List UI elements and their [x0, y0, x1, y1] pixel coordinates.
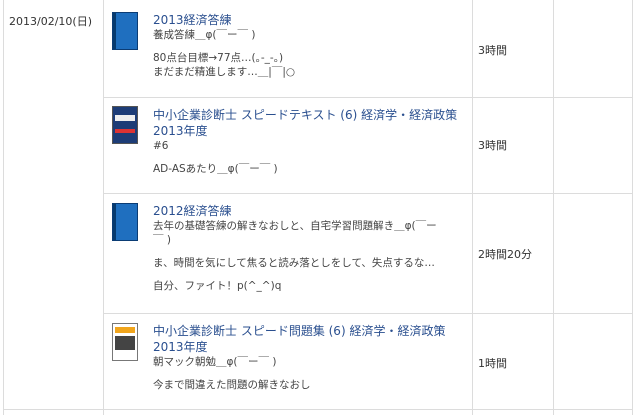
column-divider [553, 0, 554, 415]
workbook-cover-icon[interactable] [112, 323, 138, 361]
duration-cell: 2時間20分 [478, 248, 532, 261]
entry-note: #6 [153, 140, 169, 152]
entry-note: 朝マック朝勉＿φ(￣ー￣ ) [153, 356, 277, 368]
blue-notebook-icon[interactable] [112, 203, 138, 241]
entry-note: 自分、ファイト！p(^_^)q [153, 280, 282, 292]
blue-notebook-icon[interactable] [112, 12, 138, 50]
entry-note: 80点台目標→77点…(｡-_-｡) [153, 52, 284, 64]
table-row: 中小企業診断士 スピードテキスト (6) 経済学・経済政策 2013年度 #6 … [104, 98, 472, 193]
column-divider [472, 0, 473, 415]
table-row: 2013経済答練 養成答練＿φ(￣ー￣ ) 80点台目標→77点…(｡-_-｡)… [104, 0, 472, 97]
date-cell: 2013/02/10(日) [9, 15, 92, 28]
duration-cell: 3時間 [478, 139, 507, 152]
table-border-right [632, 0, 633, 415]
entry-note: 養成答練＿φ(￣ー￣ ) [153, 29, 256, 41]
duration-cell: 3時間 [478, 44, 507, 57]
table-row: 2012経済答練 去年の基礎答練の解きなおしと、自宅学習問題解き＿φ(￣ー ￣ … [104, 194, 472, 313]
entry-note: まだまだ精進します…＿|￣|○ [153, 66, 296, 78]
duration-cell: 1時間 [478, 357, 507, 370]
entry-title-link[interactable]: 2013経済答練 [153, 12, 466, 28]
row-divider [3, 409, 633, 410]
entry-note: 今まで間違えた問題の解きなおし [153, 379, 311, 391]
table-border-left [3, 0, 4, 415]
entry-note: AD-ASあたり＿φ(￣ー￣ ) [153, 163, 278, 175]
entry-title-link[interactable]: 2012経済答練 [153, 203, 466, 219]
entry-note: ￣ ) [153, 234, 171, 246]
study-log-table: 2013/02/10(日) 2013経済答練 養成答練＿φ(￣ー￣ ) 80点台… [0, 0, 637, 415]
table-row: 中小企業診断士 スピード問題集 (6) 経済学・経済政策 2013年度 朝マック… [104, 314, 472, 409]
entry-note: 去年の基礎答練の解きなおしと、自宅学習問題解き＿φ(￣ー [153, 220, 437, 232]
entry-title-link[interactable]: 中小企業診断士 スピードテキスト (6) 経済学・経済政策 2013年度 [153, 107, 466, 139]
entry-note: ま、時間を気にして焦ると読み落としをして、失点するな… [153, 257, 435, 269]
textbook-cover-icon[interactable] [112, 106, 138, 144]
entry-title-link[interactable]: 中小企業診断士 スピード問題集 (6) 経済学・経済政策 2013年度 [153, 323, 466, 355]
